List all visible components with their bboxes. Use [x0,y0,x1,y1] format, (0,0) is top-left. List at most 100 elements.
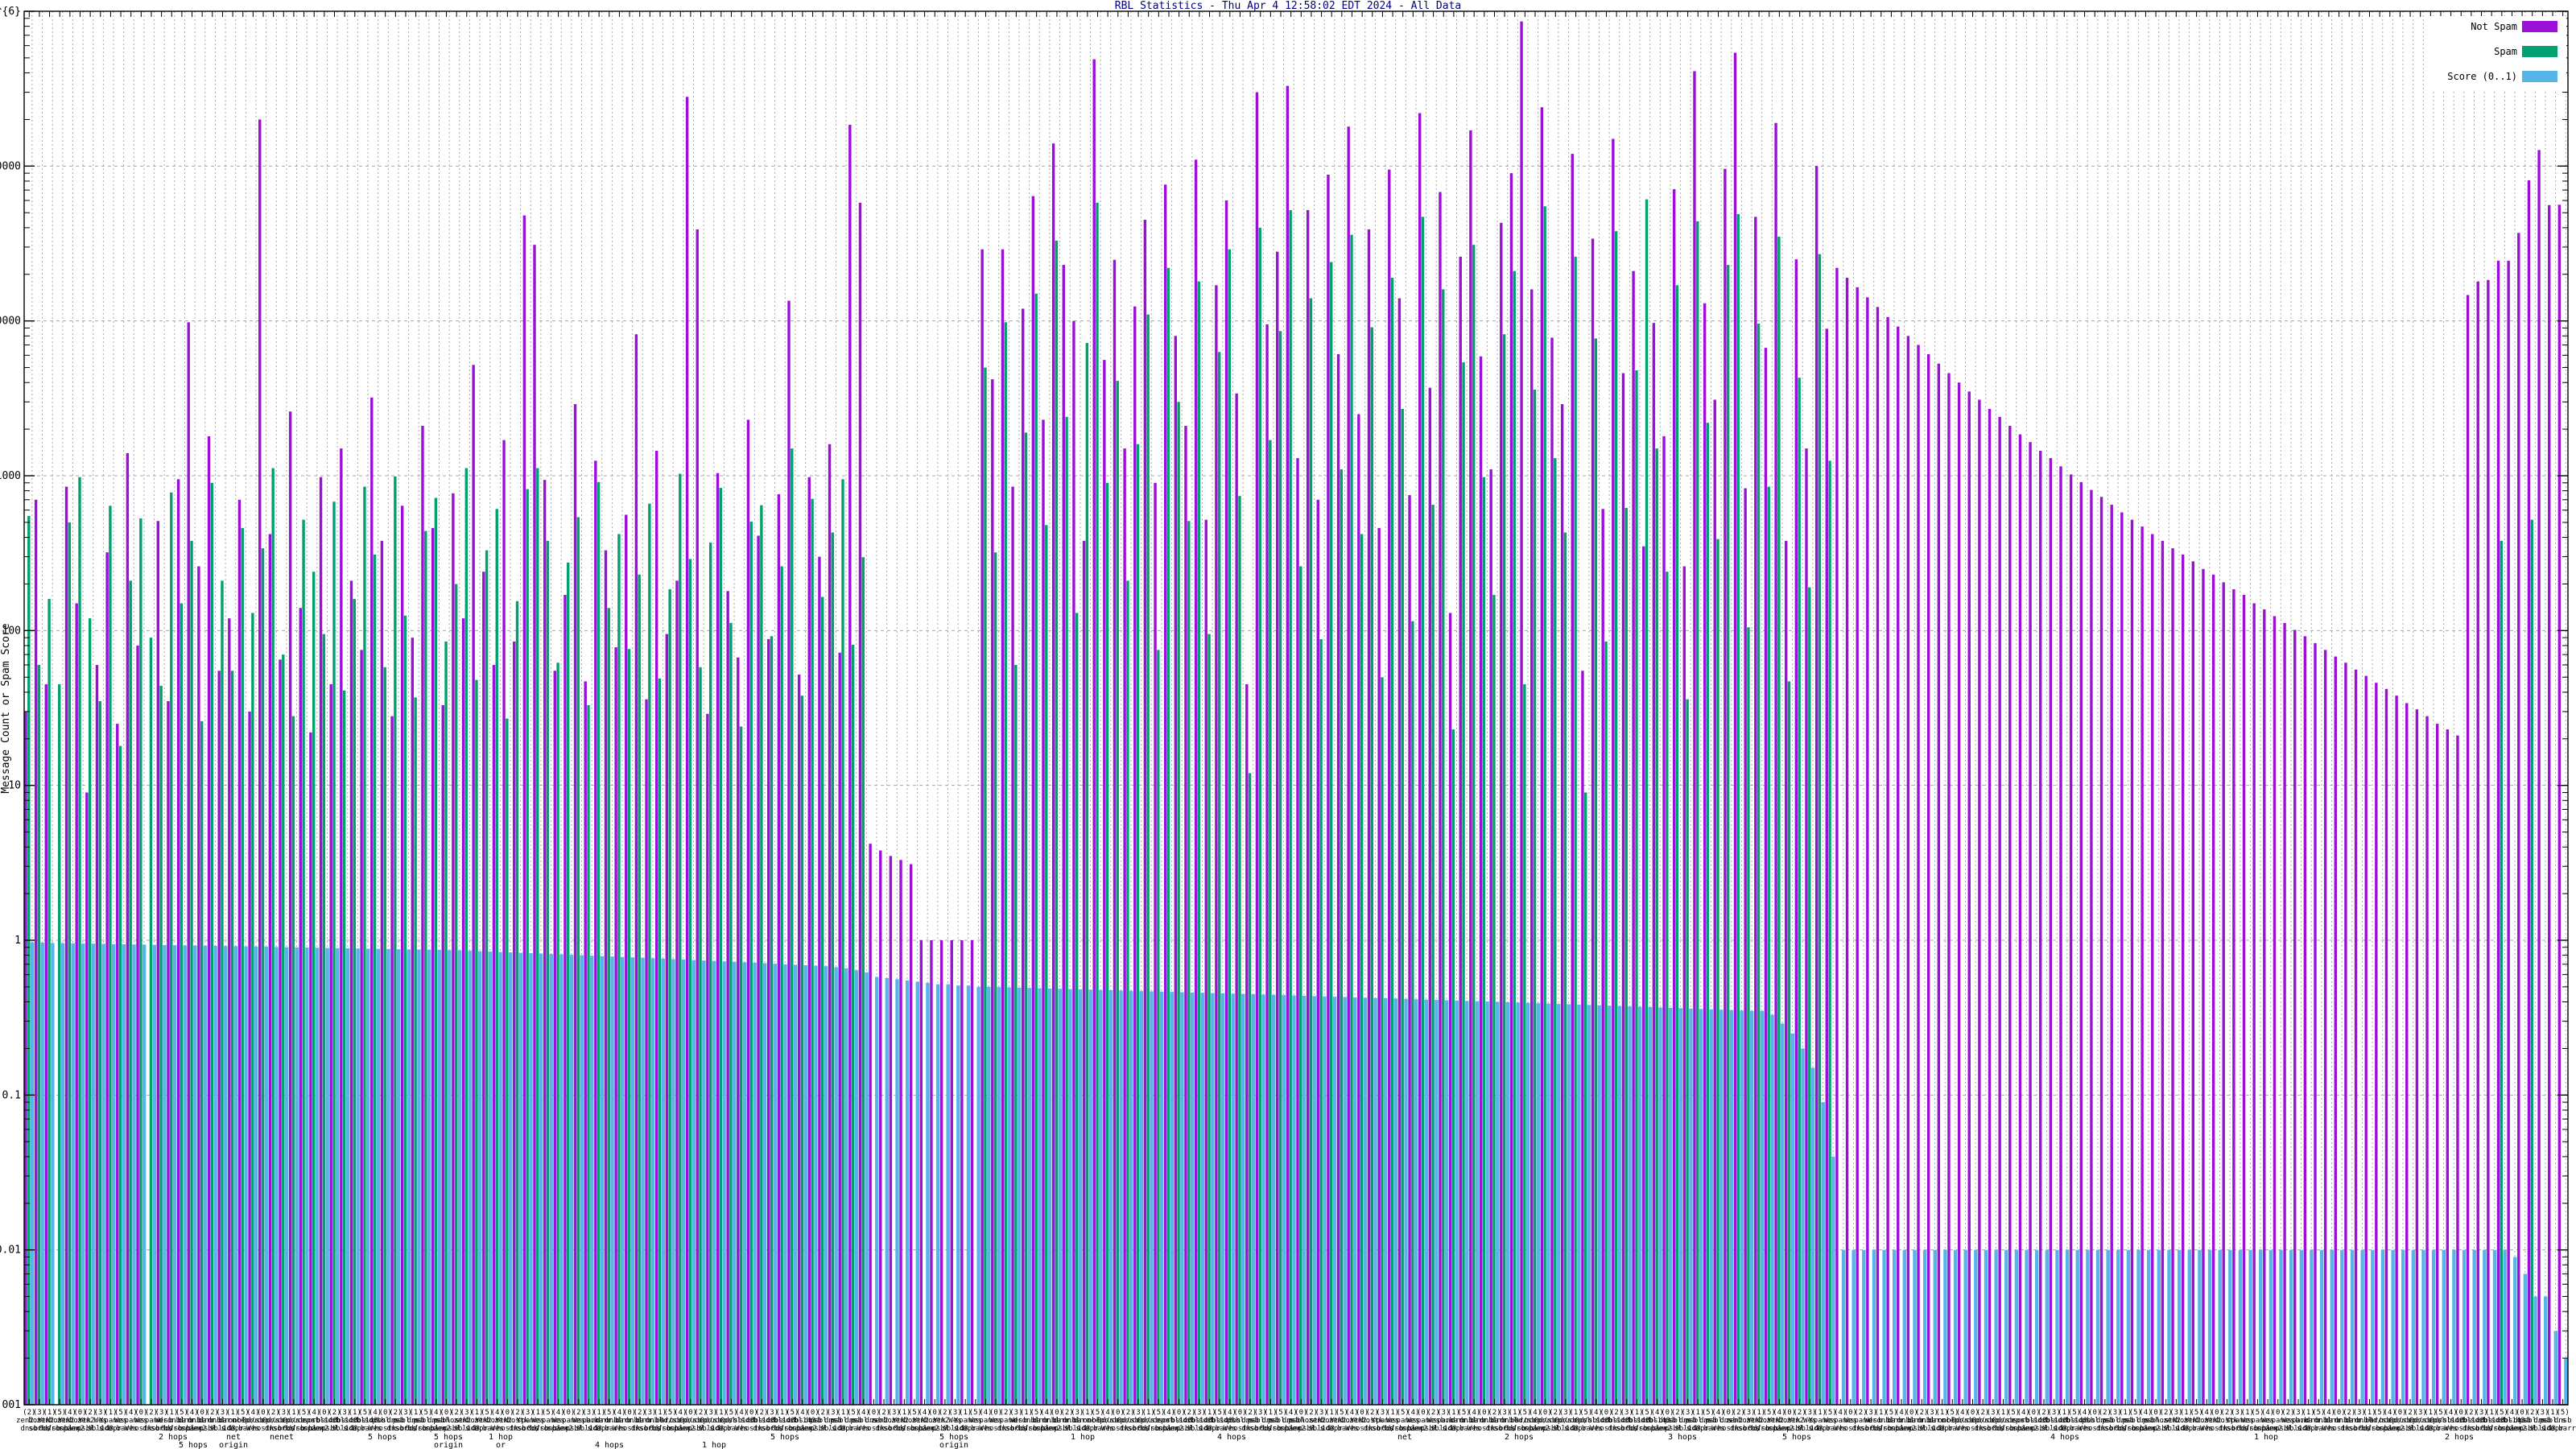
bar-score-0-1- [2014,1249,2019,1405]
bar-not-spam [1988,409,1992,1405]
bar-score-0-1- [386,948,390,1405]
bar-score-0-1- [783,964,787,1405]
bar-not-spam [543,480,547,1406]
bar-score-0-1- [1658,1007,1662,1405]
bar-score-0-1- [905,980,910,1405]
bar-score-0-1- [2513,1257,2517,1405]
bar-spam [1675,285,1679,1406]
bar-spam [1238,496,1241,1405]
bar-not-spam [1897,326,1900,1405]
bar-score-0-1- [1546,1003,1550,1405]
bar-not-spam [1530,289,1534,1405]
x-sublabel: nenet [270,1433,294,1442]
bar-score-0-1- [814,965,818,1405]
bar-spam [1624,507,1628,1406]
bar-not-spam [268,534,272,1406]
bar-score-0-1- [661,958,665,1405]
bar-score-0-1- [2086,1249,2090,1405]
bar-not-spam [2232,588,2235,1405]
bar-not-spam [818,556,821,1405]
bar-not-spam [400,506,404,1405]
bar-spam [1482,477,1486,1406]
bar-spam [1614,231,1618,1405]
y-tick-label: 1x10^{6} [0,6,21,18]
bar-score-0-1- [1689,1008,1693,1405]
bar-not-spam [838,652,841,1405]
bar-not-spam [349,580,353,1405]
bar-score-0-1- [1750,1010,1754,1405]
bar-spam [1350,234,1353,1405]
bar-score-0-1- [1007,987,1011,1405]
bar-score-0-1- [630,957,635,1405]
bar-spam [739,726,743,1405]
bar-score-0-1- [356,948,360,1405]
bar-spam [1604,641,1608,1405]
bar-not-spam [919,940,923,1405]
bar-spam [1543,206,1546,1405]
bar-not-spam [1113,259,1117,1405]
bar-not-spam [645,699,648,1405]
bar-score-0-1- [1922,1249,1927,1405]
bar-spam [1431,504,1435,1405]
bar-not-spam [299,608,302,1405]
bar-not-spam [533,245,536,1405]
bar-score-0-1- [2025,1249,2029,1405]
bar-not-spam [1632,270,1635,1406]
bar-not-spam [1856,287,1859,1406]
bar-not-spam [807,477,811,1406]
bar-spam [984,367,987,1405]
bar-score-0-1- [793,964,798,1405]
bar-spam [760,505,763,1405]
bar-spam [861,557,865,1405]
bar-not-spam [1835,267,1839,1405]
bar-spam [200,720,204,1405]
bar-score-0-1- [2553,1331,2558,1405]
bar-score-0-1- [1678,1008,1682,1405]
bar-spam [1747,627,1750,1405]
bar-score-0-1- [2310,1249,2314,1405]
bar-spam [475,679,478,1405]
bar-not-spam [1174,336,1178,1405]
bar-spam [332,502,336,1406]
y-tick-label: 0.01 [0,1245,21,1257]
bar-score-0-1- [1292,995,1296,1405]
bar-not-spam [431,527,435,1405]
x-sublabel: 5 hops [770,1433,799,1442]
bar-spam [414,697,417,1405]
bar-not-spam [2099,497,2103,1405]
bar-not-spam [2334,656,2337,1405]
bar-not-spam [1906,336,1910,1405]
bar-score-0-1- [1770,1014,1774,1405]
bar-not-spam [1245,684,1249,1405]
bar-score-0-1- [2411,1249,2416,1405]
legend-label-spam: Spam [2494,46,2517,57]
bar-not-spam [2140,526,2144,1405]
bar-score-0-1- [1638,1006,1642,1405]
bar-score-0-1- [315,947,320,1405]
bar-score-0-1- [51,943,55,1405]
bar-not-spam [2211,574,2215,1405]
bar-score-0-1- [1780,1023,1785,1405]
bar-not-spam [828,444,832,1405]
bar-score-0-1- [549,954,553,1405]
bar-not-spam [1276,251,1279,1405]
bar-not-spam [380,540,384,1405]
bar-spam [1096,202,1099,1406]
bar-not-spam [2090,489,2093,1405]
bar-score-0-1- [824,966,828,1405]
x-sublabel: 3 hops [1668,1433,1697,1442]
bar-spam [576,517,580,1405]
bar-not-spam [685,97,689,1406]
bar-spam [230,671,234,1405]
bar-spam [312,572,316,1406]
bar-spam [1411,621,1414,1405]
bar-score-0-1- [163,944,167,1405]
bar-not-spam [553,671,556,1405]
bar-spam [1299,566,1302,1405]
bar-not-spam [1459,256,1462,1406]
bar-not-spam [1794,259,1798,1405]
bar-score-0-1- [1384,998,1388,1405]
bar-not-spam [1479,356,1483,1405]
bar-spam [1442,289,1445,1405]
bar-spam [342,690,346,1405]
